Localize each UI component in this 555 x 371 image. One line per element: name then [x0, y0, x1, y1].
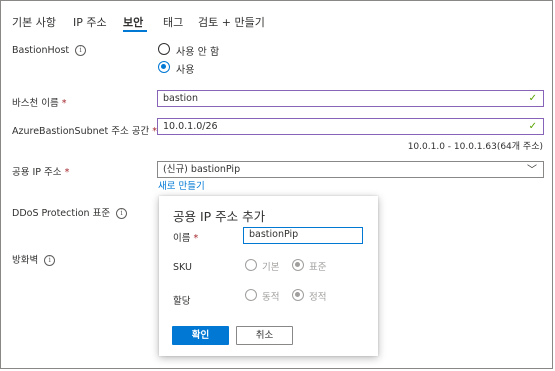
sku-label: SKU	[173, 262, 192, 273]
required-mark: *	[64, 167, 70, 178]
tab-ip-address[interactable]: IP 주소	[73, 14, 107, 30]
ddos-label: DDoS Protection 표준	[12, 208, 111, 219]
public-ip-dropdown[interactable]: (신규) bastionPip ﹀	[157, 161, 544, 178]
firewall-label-row: 방화벽 i	[12, 252, 56, 266]
bastion-host-label: BastionHost	[12, 45, 70, 56]
bastion-name-field[interactable]: bastion ✓	[157, 90, 544, 107]
tab-basics[interactable]: 기본 사항	[12, 14, 56, 30]
public-ip-label-row: 공용 IP 주소 *	[12, 164, 69, 178]
subnet-address-field[interactable]: 10.0.1.0/26 ✓	[157, 118, 544, 135]
bastion-name-label: 바스천 이름	[12, 98, 59, 109]
subnet-label-row: AzureBastionSubnet 주소 공간 *	[12, 123, 157, 137]
dialog-name-value: bastionPip	[249, 229, 299, 240]
add-public-ip-dialog: 공용 IP 주소 추가 이름 * bastionPip SKU 기본 표준 할당…	[159, 196, 378, 356]
sku-standard-radio[interactable]	[292, 259, 304, 271]
assignment-static-radio[interactable]	[292, 289, 304, 301]
create-new-link[interactable]: 새로 만들기	[158, 178, 205, 192]
ok-button[interactable]: 확인	[172, 326, 229, 345]
info-icon[interactable]: i	[75, 45, 87, 56]
subnet-label: AzureBastionSubnet 주소 공간	[12, 126, 150, 137]
required-mark: *	[193, 233, 199, 244]
bastion-host-enabled-radio[interactable]	[158, 61, 170, 73]
chevron-down-icon: ﹀	[527, 165, 537, 176]
ddos-label-row: DDoS Protection 표준 i	[12, 205, 128, 219]
bastion-host-disabled-radio[interactable]	[158, 43, 170, 55]
public-ip-selected-value: (신규) bastionPip	[163, 164, 241, 175]
assignment-dynamic-radio[interactable]	[245, 289, 257, 301]
checkmark-icon: ✓	[528, 121, 537, 132]
bastion-host-label-row: BastionHost i	[12, 45, 87, 56]
sku-standard-label: 표준	[309, 262, 327, 273]
tab-security[interactable]: 보안	[123, 14, 143, 30]
assignment-dynamic-label: 동적	[262, 292, 280, 303]
tab-review-create[interactable]: 검토 + 만들기	[198, 14, 265, 30]
info-icon[interactable]: i	[116, 208, 128, 219]
bastion-name-label-row: 바스천 이름 *	[12, 95, 67, 109]
dialog-name-label: 이름	[173, 233, 191, 244]
bastion-host-disabled-label: 사용 안 함	[176, 47, 220, 58]
assignment-label: 할당	[173, 296, 191, 307]
dialog-name-label-row: 이름 *	[173, 230, 198, 244]
info-icon[interactable]: i	[44, 255, 56, 266]
public-ip-label: 공용 IP 주소	[12, 167, 62, 178]
cancel-button[interactable]: 취소	[236, 326, 293, 345]
required-mark: *	[61, 98, 67, 109]
bastion-host-enabled-label: 사용	[176, 65, 195, 76]
assignment-static-label: 정적	[309, 292, 327, 303]
sku-basic-label: 기본	[262, 262, 280, 273]
tab-tags[interactable]: 태그	[163, 14, 183, 30]
subnet-address-value: 10.0.1.0/26	[163, 121, 218, 132]
active-tab-indicator	[123, 30, 147, 32]
dialog-title: 공용 IP 주소 추가	[173, 209, 266, 224]
firewall-label: 방화벽	[12, 255, 39, 266]
dialog-name-input[interactable]: bastionPip	[243, 227, 363, 244]
bastion-name-value: bastion	[163, 93, 198, 104]
checkmark-icon: ✓	[528, 93, 537, 104]
sku-basic-radio[interactable]	[245, 259, 257, 271]
subnet-address-hint: 10.0.1.0 - 10.0.1.63(64개 주소)	[407, 142, 543, 152]
